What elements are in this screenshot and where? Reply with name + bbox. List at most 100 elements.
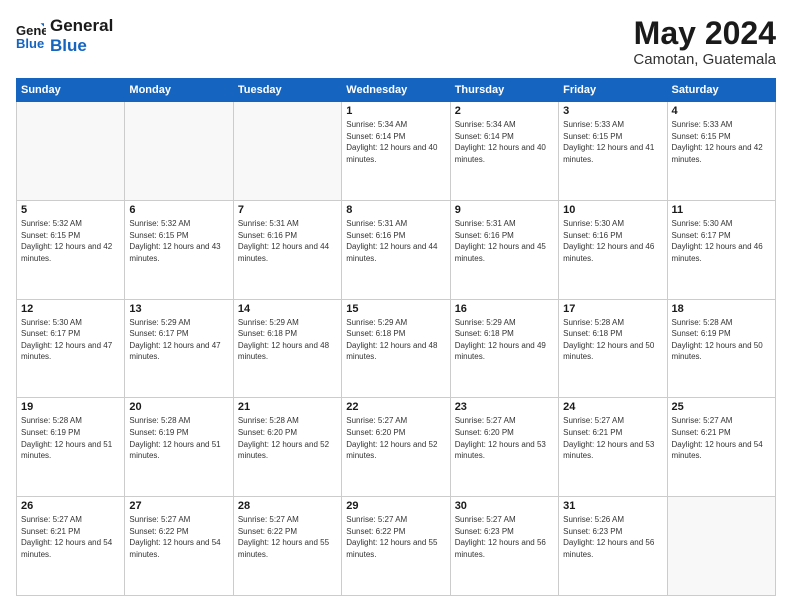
day-info: Sunrise: 5:28 AMSunset: 6:20 PMDaylight:… [238, 415, 337, 461]
day-number: 23 [455, 401, 554, 413]
day-number: 19 [21, 401, 120, 413]
calendar-day-cell [233, 102, 341, 201]
calendar-day-cell: 3 Sunrise: 5:33 AMSunset: 6:15 PMDaylight… [559, 102, 667, 201]
day-number: 9 [455, 204, 554, 216]
day-number: 10 [563, 204, 662, 216]
day-info: Sunrise: 5:27 AMSunset: 6:20 PMDaylight:… [346, 415, 445, 461]
svg-text:Blue: Blue [16, 36, 44, 51]
day-number: 20 [129, 401, 228, 413]
day-info: Sunrise: 5:28 AMSunset: 6:18 PMDaylight:… [563, 317, 662, 363]
calendar-day-cell [125, 102, 233, 201]
calendar-day-header: Sunday [17, 79, 125, 102]
day-number: 13 [129, 303, 228, 315]
day-number: 17 [563, 303, 662, 315]
day-info: Sunrise: 5:28 AMSunset: 6:19 PMDaylight:… [21, 415, 120, 461]
day-info: Sunrise: 5:29 AMSunset: 6:17 PMDaylight:… [129, 317, 228, 363]
day-number: 31 [563, 500, 662, 512]
calendar-week-row: 1 Sunrise: 5:34 AMSunset: 6:14 PMDaylight… [17, 102, 776, 201]
day-number: 8 [346, 204, 445, 216]
calendar-week-row: 12Sunrise: 5:30 AMSunset: 6:17 PMDayligh… [17, 299, 776, 398]
day-info: Sunrise: 5:29 AMSunset: 6:18 PMDaylight:… [238, 317, 337, 363]
day-info: Sunrise: 5:31 AMSunset: 6:16 PMDaylight:… [455, 218, 554, 264]
calendar-day-cell: 26Sunrise: 5:27 AMSunset: 6:21 PMDayligh… [17, 497, 125, 596]
calendar-table: SundayMondayTuesdayWednesdayThursdayFrid… [16, 78, 776, 596]
day-info: Sunrise: 5:27 AMSunset: 6:22 PMDaylight:… [238, 514, 337, 560]
calendar-week-row: 26Sunrise: 5:27 AMSunset: 6:21 PMDayligh… [17, 497, 776, 596]
calendar-day-cell: 28Sunrise: 5:27 AMSunset: 6:22 PMDayligh… [233, 497, 341, 596]
day-number: 27 [129, 500, 228, 512]
calendar-day-cell: 18 Sunrise: 5:28 AMSunset: 6:19 PMDayligh… [667, 299, 775, 398]
calendar-day-cell: 23 Sunrise: 5:27 AMSunset: 6:20 PMDayligh… [450, 398, 558, 497]
day-info: Sunrise: 5:29 AMSunset: 6:18 PMDaylight:… [346, 317, 445, 363]
day-number: 15 [346, 303, 445, 315]
calendar-day-header: Friday [559, 79, 667, 102]
calendar-day-cell: 7 Sunrise: 5:31 AMSunset: 6:16 PMDaylight… [233, 200, 341, 299]
calendar-day-cell: 22 Sunrise: 5:27 AMSunset: 6:20 PMDayligh… [342, 398, 450, 497]
day-info: Sunrise: 5:34 AMSunset: 6:14 PMDaylight:… [346, 119, 445, 165]
calendar-header-row: SundayMondayTuesdayWednesdayThursdayFrid… [17, 79, 776, 102]
day-number: 6 [129, 204, 228, 216]
day-number: 16 [455, 303, 554, 315]
day-number: 3 [563, 105, 662, 117]
calendar-day-cell: 10 Sunrise: 5:30 AMSunset: 6:16 PMDayligh… [559, 200, 667, 299]
calendar-day-cell: 21 Sunrise: 5:28 AMSunset: 6:20 PMDayligh… [233, 398, 341, 497]
calendar-week-row: 19 Sunrise: 5:28 AMSunset: 6:19 PMDayligh… [17, 398, 776, 497]
day-number: 29 [346, 500, 445, 512]
day-number: 14 [238, 303, 337, 315]
calendar-page: General Blue General Blue May 2024 Camot… [0, 0, 792, 612]
subtitle: Camotan, Guatemala [633, 51, 776, 68]
day-number: 22 [346, 401, 445, 413]
day-info: Sunrise: 5:30 AMSunset: 6:17 PMDaylight:… [672, 218, 771, 264]
day-info: Sunrise: 5:27 AMSunset: 6:22 PMDaylight:… [129, 514, 228, 560]
calendar-day-cell: 12Sunrise: 5:30 AMSunset: 6:17 PMDayligh… [17, 299, 125, 398]
calendar-day-cell: 17 Sunrise: 5:28 AMSunset: 6:18 PMDayligh… [559, 299, 667, 398]
calendar-day-cell: 4Sunrise: 5:33 AMSunset: 6:15 PMDaylight… [667, 102, 775, 201]
day-info: Sunrise: 5:33 AMSunset: 6:15 PMDaylight:… [672, 119, 771, 165]
day-info: Sunrise: 5:27 AMSunset: 6:21 PMDaylight:… [563, 415, 662, 461]
day-number: 1 [346, 105, 445, 117]
day-number: 21 [238, 401, 337, 413]
calendar-day-header: Saturday [667, 79, 775, 102]
day-info: Sunrise: 5:30 AMSunset: 6:16 PMDaylight:… [563, 218, 662, 264]
title-block: May 2024 Camotan, Guatemala [633, 16, 776, 68]
main-title: May 2024 [633, 16, 776, 51]
day-info: Sunrise: 5:33 AMSunset: 6:15 PMDaylight:… [563, 119, 662, 165]
calendar-day-cell: 9 Sunrise: 5:31 AMSunset: 6:16 PMDaylight… [450, 200, 558, 299]
day-info: Sunrise: 5:27 AMSunset: 6:23 PMDaylight:… [455, 514, 554, 560]
day-info: Sunrise: 5:29 AMSunset: 6:18 PMDaylight:… [455, 317, 554, 363]
calendar-day-cell: 25 Sunrise: 5:27 AMSunset: 6:21 PMDayligh… [667, 398, 775, 497]
day-info: Sunrise: 5:34 AMSunset: 6:14 PMDaylight:… [455, 119, 554, 165]
calendar-day-cell: 2Sunrise: 5:34 AMSunset: 6:14 PMDaylight… [450, 102, 558, 201]
day-info: Sunrise: 5:27 AMSunset: 6:21 PMDaylight:… [672, 415, 771, 461]
calendar-day-header: Thursday [450, 79, 558, 102]
calendar-day-cell: 27 Sunrise: 5:27 AMSunset: 6:22 PMDayligh… [125, 497, 233, 596]
calendar-day-cell: 24 Sunrise: 5:27 AMSunset: 6:21 PMDayligh… [559, 398, 667, 497]
day-info: Sunrise: 5:27 AMSunset: 6:22 PMDaylight:… [346, 514, 445, 560]
calendar-day-header: Monday [125, 79, 233, 102]
calendar-day-cell: 11Sunrise: 5:30 AMSunset: 6:17 PMDayligh… [667, 200, 775, 299]
day-info: Sunrise: 5:26 AMSunset: 6:23 PMDaylight:… [563, 514, 662, 560]
calendar-day-cell [667, 497, 775, 596]
day-number: 24 [563, 401, 662, 413]
day-info: Sunrise: 5:32 AMSunset: 6:15 PMDaylight:… [21, 218, 120, 264]
header: General Blue General Blue May 2024 Camot… [16, 16, 776, 68]
day-number: 25 [672, 401, 771, 413]
day-number: 18 [672, 303, 771, 315]
day-info: Sunrise: 5:27 AMSunset: 6:20 PMDaylight:… [455, 415, 554, 461]
day-info: Sunrise: 5:31 AMSunset: 6:16 PMDaylight:… [238, 218, 337, 264]
day-info: Sunrise: 5:28 AMSunset: 6:19 PMDaylight:… [129, 415, 228, 461]
calendar-day-cell: 31 Sunrise: 5:26 AMSunset: 6:23 PMDayligh… [559, 497, 667, 596]
calendar-day-cell: 30Sunrise: 5:27 AMSunset: 6:23 PMDayligh… [450, 497, 558, 596]
calendar-day-cell: 29 Sunrise: 5:27 AMSunset: 6:22 PMDayligh… [342, 497, 450, 596]
day-number: 7 [238, 204, 337, 216]
calendar-day-cell: 19 Sunrise: 5:28 AMSunset: 6:19 PMDayligh… [17, 398, 125, 497]
day-info: Sunrise: 5:32 AMSunset: 6:15 PMDaylight:… [129, 218, 228, 264]
day-number: 26 [21, 500, 120, 512]
logo-blue: Blue [50, 36, 113, 56]
calendar-day-cell: 14 Sunrise: 5:29 AMSunset: 6:18 PMDayligh… [233, 299, 341, 398]
calendar-week-row: 5Sunrise: 5:32 AMSunset: 6:15 PMDaylight… [17, 200, 776, 299]
calendar-day-cell: 20 Sunrise: 5:28 AMSunset: 6:19 PMDayligh… [125, 398, 233, 497]
day-info: Sunrise: 5:28 AMSunset: 6:19 PMDaylight:… [672, 317, 771, 363]
calendar-day-cell [17, 102, 125, 201]
calendar-day-header: Wednesday [342, 79, 450, 102]
